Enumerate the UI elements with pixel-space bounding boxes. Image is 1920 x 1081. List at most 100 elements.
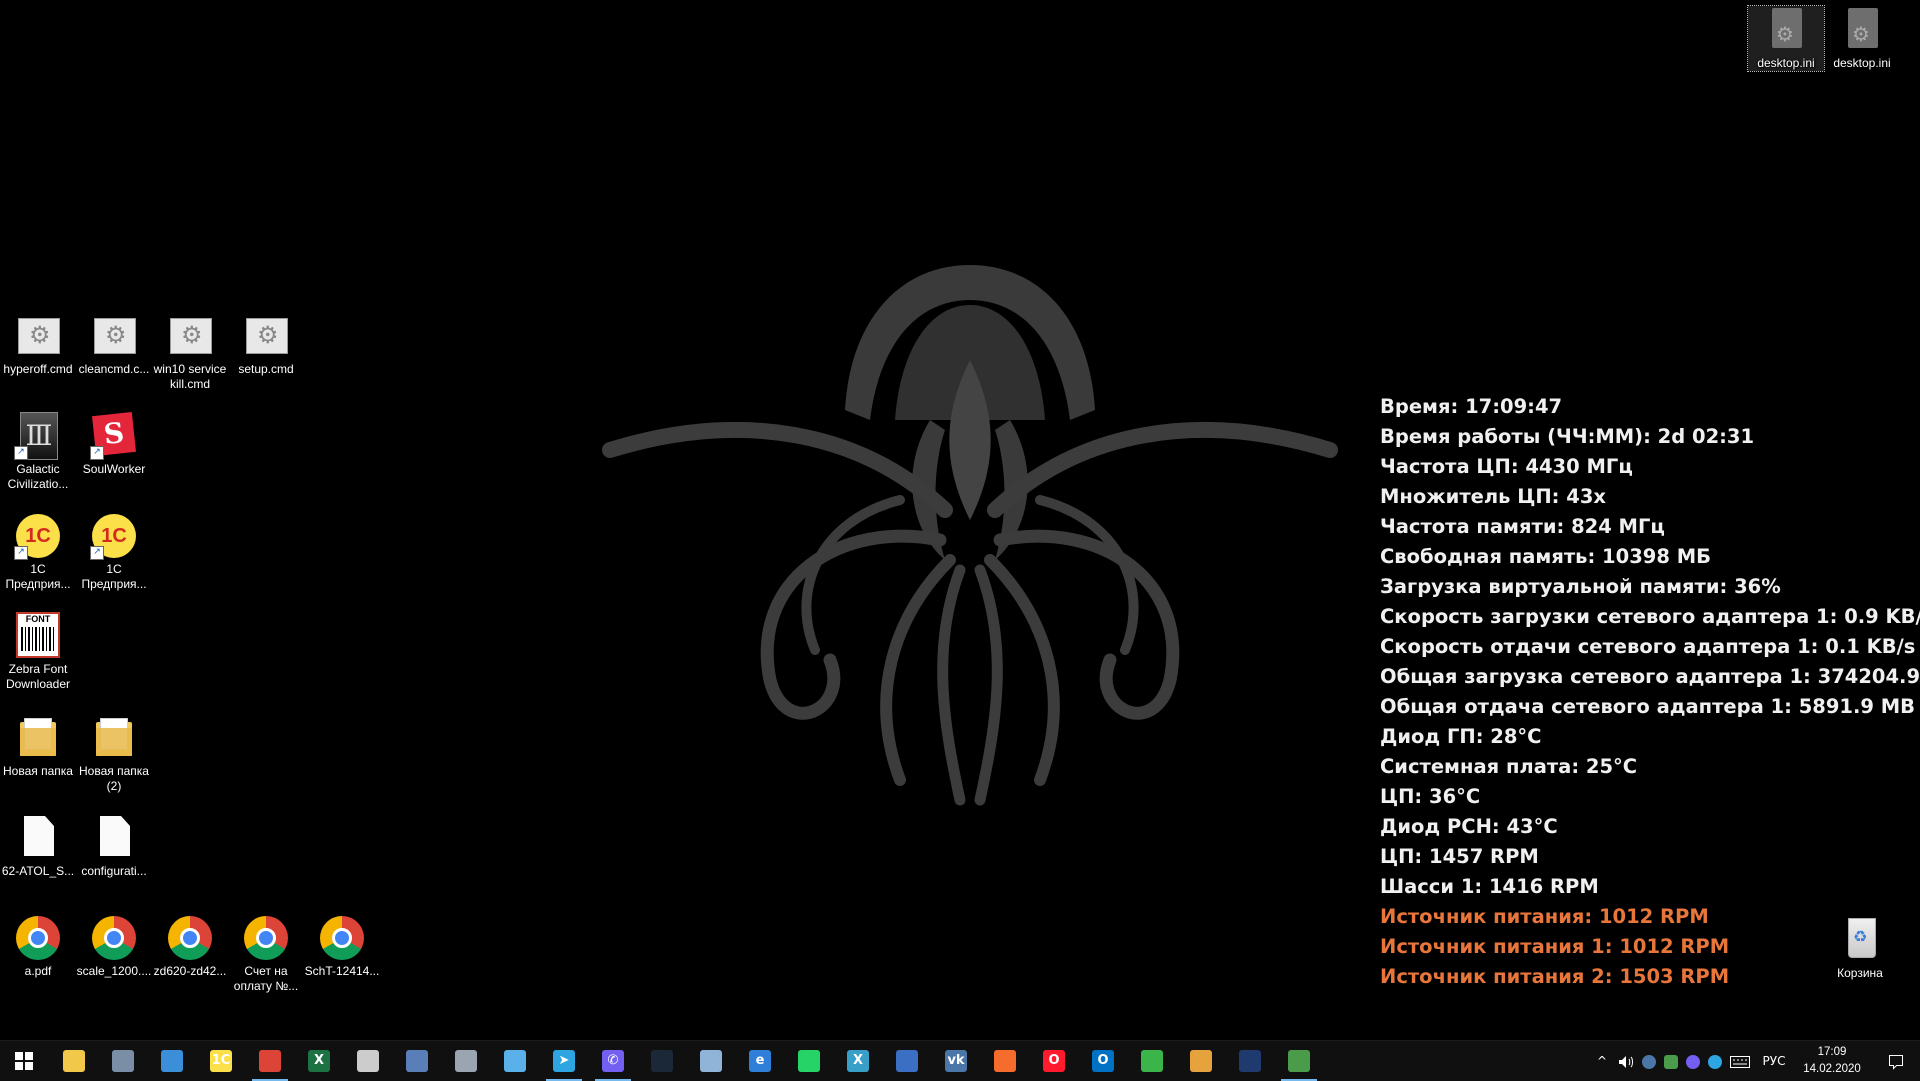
desktop-icon-label: 62-ATOL_S... <box>1 864 75 878</box>
taskbar-app-device-manager[interactable] <box>393 1041 441 1081</box>
taskbar-app-putty[interactable] <box>344 1041 392 1081</box>
1c-icon: 1С ↗ <box>90 512 138 560</box>
desktop-icon-new-folder-2[interactable]: Новая папка (2) <box>76 714 152 794</box>
monitor-line: Множитель ЦП: 43x <box>1380 485 1606 508</box>
desktop-icon-zebra-font-downloader[interactable]: FONT Zebra Font Downloader <box>0 612 76 692</box>
monitor-line: Частота памяти: 824 МГц <box>1380 515 1665 538</box>
start-button[interactable] <box>0 1041 48 1081</box>
desktop-icon-62-atol[interactable]: 62-ATOL_S... <box>0 814 76 879</box>
desktop-icon-win10-service-kill[interactable]: win10 service kill.cmd <box>152 312 228 392</box>
desktop-icon-label: Galactic Civilizatio... <box>7 462 69 491</box>
taskbar-app-steam[interactable] <box>638 1041 686 1081</box>
monitor-line: Время работы (ЧЧ:ММ): 2d 02:31 <box>1380 425 1755 448</box>
desktop-icon-label: zd620-zd42... <box>153 964 227 978</box>
taskbar-app-remote-desktop[interactable] <box>148 1041 196 1081</box>
taskbar-app-telegram[interactable]: ➤ <box>540 1041 588 1081</box>
taskbar-app-opera[interactable]: O <box>1030 1041 1078 1081</box>
steam-icon <box>651 1050 673 1072</box>
taskbar-app-chrome-taskbar[interactable] <box>246 1041 294 1081</box>
outlook-icon: O <box>1092 1050 1114 1072</box>
taskbar-app-xnview[interactable]: X <box>834 1041 882 1081</box>
taskbar-app-outlook[interactable]: O <box>1079 1041 1127 1081</box>
network-tool-tray-icon <box>1664 1054 1678 1069</box>
monitor-line: ЦП: 1457 RPM <box>1380 845 1539 868</box>
settings-file-icon <box>1762 6 1810 54</box>
touch-keyboard-button[interactable] <box>1728 1041 1752 1081</box>
taskbar-app-vk[interactable]: vk <box>932 1041 980 1081</box>
zebra-font-icon: FONT <box>14 612 62 660</box>
taskbar-app-control-panel[interactable] <box>99 1041 147 1081</box>
desktop-icon-scht[interactable]: SchT-12414... <box>304 914 380 979</box>
action-center-button[interactable] <box>1872 1041 1920 1081</box>
monitor-line: Системная плата: 25°C <box>1380 755 1638 778</box>
taskbar-app-notepad[interactable] <box>687 1041 735 1081</box>
windows-start-icon <box>15 1052 33 1070</box>
1c-icon: 1С ↗ <box>14 512 62 560</box>
desktop-icon-hyperoff[interactable]: hyperoff.cmd <box>0 312 76 377</box>
telegram-icon: ➤ <box>553 1050 575 1072</box>
taskbar-app-qr[interactable] <box>1128 1041 1176 1081</box>
monitor-line: Общая загрузка сетевого адаптера 1: 3742… <box>1380 665 1920 688</box>
desktop-icon-desktop-ini-2[interactable]: desktop.ini <box>1824 6 1900 71</box>
volume-button[interactable] <box>1614 1041 1638 1081</box>
taskbar-app-network-tool[interactable] <box>1275 1041 1323 1081</box>
settings-file-icon <box>1838 6 1886 54</box>
taskbar-app-whatsapp[interactable] <box>785 1041 833 1081</box>
fl-studio-icon <box>1239 1050 1261 1072</box>
clock-button[interactable]: 17:09 14.02.2020 <box>1796 1044 1868 1078</box>
viber-icon: ✆ <box>602 1050 624 1072</box>
clock-time: 17:09 <box>1817 1046 1847 1058</box>
taskbar-app-excel[interactable]: X <box>295 1041 343 1081</box>
taskbar-app-edge[interactable]: e <box>736 1041 784 1081</box>
tray-viber-button[interactable] <box>1682 1041 1704 1081</box>
taskbar-app-viber[interactable]: ✆ <box>589 1041 637 1081</box>
desktop-icon-setup[interactable]: setup.cmd <box>228 312 304 377</box>
cmd-file-icon <box>166 312 214 360</box>
input-language-button[interactable]: РУС <box>1756 1041 1792 1081</box>
taskbar-app-paint[interactable] <box>1177 1041 1225 1081</box>
taskbar-app-origin[interactable] <box>981 1041 1029 1081</box>
chrome-icon <box>318 914 366 962</box>
desktop-icon-configuration[interactable]: configurati... <box>76 814 152 879</box>
show-hidden-icons-button[interactable]: ^ <box>1590 1041 1614 1081</box>
desktop-icon-label: desktop.ini <box>1757 56 1815 70</box>
monitor-line: Частота ЦП: 4430 МГц <box>1380 455 1633 478</box>
network-tool-icon <box>1288 1050 1310 1072</box>
chrome-icon <box>242 914 290 962</box>
tray-telegram-button[interactable] <box>1704 1041 1726 1081</box>
desktop-icon-label: configurati... <box>81 864 147 878</box>
desktop-icon-a-pdf[interactable]: a.pdf <box>0 914 76 979</box>
desktop-icon-cleancmd[interactable]: cleancmd.c... <box>76 312 152 377</box>
desktop-icon-1c-enterprise-1[interactable]: 1С ↗ 1С Предприя... <box>0 512 76 592</box>
folder-icon <box>90 714 138 762</box>
tray-network-tool-button[interactable] <box>1660 1041 1682 1081</box>
monitor-line: Скорость загрузки сетевого адаптера 1: 0… <box>1380 605 1920 628</box>
desktop-icon-new-folder[interactable]: Новая папка <box>0 714 76 779</box>
monitor-line: Скорость отдачи сетевого адаптера 1: 0.1… <box>1380 635 1916 658</box>
desktop-icon-galactic-civilizations[interactable]: Ⅲ ↗ Galactic Civilizatio... <box>0 412 76 492</box>
document-icon <box>14 814 62 862</box>
taskbar-app-fl-studio[interactable] <box>1226 1041 1274 1081</box>
taskbar-app-save[interactable] <box>883 1041 931 1081</box>
desktop-icon-zd620[interactable]: zd620-zd42... <box>152 914 228 979</box>
desktop-icon-label: SchT-12414... <box>304 964 380 978</box>
desktop-icon-desktop-ini-1[interactable]: desktop.ini <box>1747 5 1825 72</box>
desktop-icon-scale-1200[interactable]: scale_1200.... <box>76 914 152 979</box>
desktop-icon-1c-enterprise-2[interactable]: 1С ↗ 1С Предприя... <box>76 512 152 592</box>
taskbar-app-1c-taskbar[interactable]: 1С <box>197 1041 245 1081</box>
taskbar-app-notes[interactable] <box>491 1041 539 1081</box>
telegram-tray-icon <box>1708 1054 1722 1069</box>
monitor-line: Источник питания 1: 1012 RPM <box>1380 935 1730 958</box>
tray-vk-icon-button[interactable] <box>1638 1041 1660 1081</box>
speaker-icon <box>1619 1055 1633 1068</box>
vk-icon: vk <box>945 1050 967 1072</box>
desktop-icon-invoice[interactable]: Счет на оплату №... <box>228 914 304 994</box>
monitor-line: Диод PCH: 43°C <box>1380 815 1558 838</box>
monitor-line: Общая отдача сетевого адаптера 1: 5891.9… <box>1380 695 1916 718</box>
soulworker-icon: S ↗ <box>90 412 138 460</box>
desktop-icon-soulworker[interactable]: S ↗ SoulWorker <box>76 412 152 477</box>
taskbar-app-virtualbox[interactable] <box>442 1041 490 1081</box>
viber-tray-icon <box>1686 1054 1700 1069</box>
taskbar-app-file-explorer[interactable] <box>50 1041 98 1081</box>
device-manager-icon <box>406 1050 428 1072</box>
